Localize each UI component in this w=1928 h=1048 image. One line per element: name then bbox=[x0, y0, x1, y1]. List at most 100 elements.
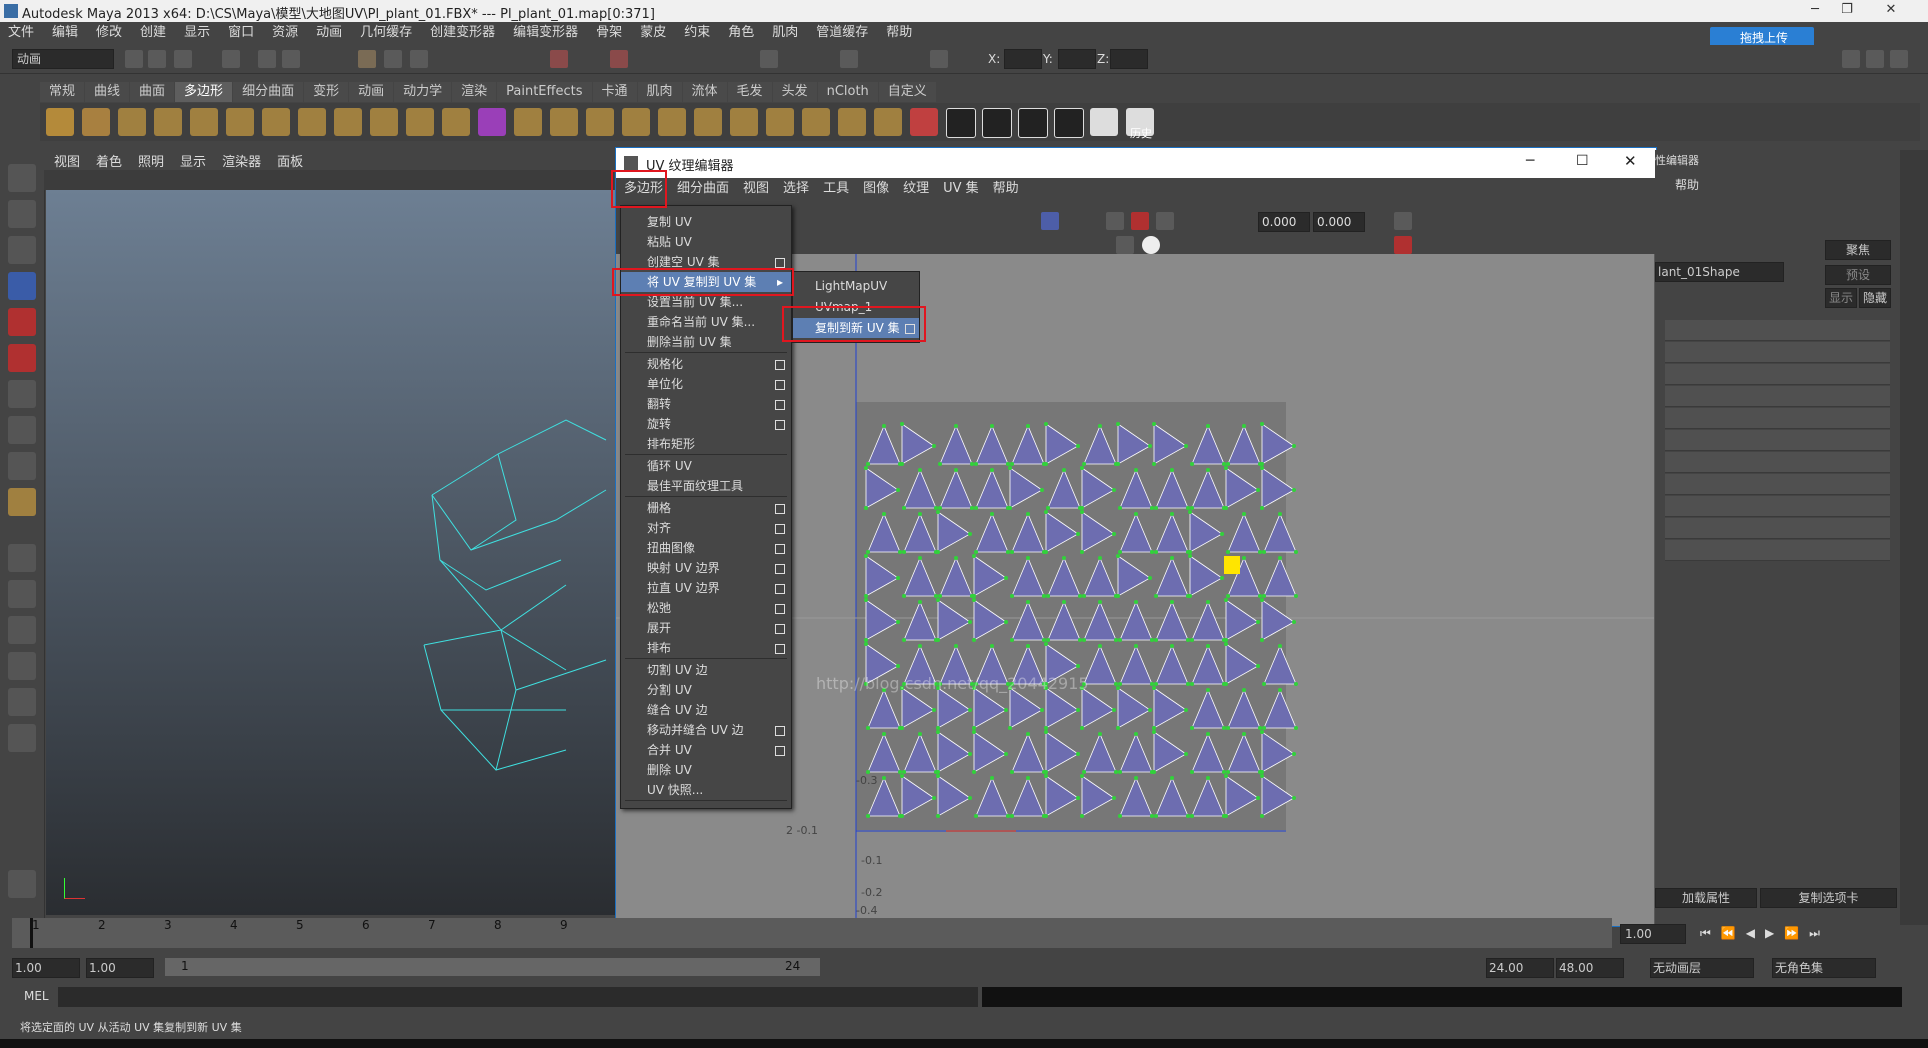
uv-vertex[interactable] bbox=[1170, 600, 1174, 604]
uv-vertex[interactable] bbox=[1010, 814, 1014, 818]
uv-vertex[interactable] bbox=[1026, 556, 1030, 560]
poly-torus-icon[interactable] bbox=[226, 108, 254, 136]
shelf-tab[interactable]: 曲线 bbox=[85, 82, 130, 102]
uv-shell[interactable] bbox=[1263, 644, 1297, 685]
uv-vertex[interactable] bbox=[1116, 686, 1120, 690]
uv-vertex[interactable] bbox=[1080, 814, 1084, 818]
uv-shell[interactable] bbox=[1263, 556, 1297, 597]
uv-vertex[interactable] bbox=[1170, 512, 1174, 516]
uv-vertex[interactable] bbox=[1242, 688, 1246, 692]
uv-shell[interactable] bbox=[1191, 424, 1225, 465]
poly-bevel-icon[interactable] bbox=[694, 108, 722, 136]
uv-vertex[interactable] bbox=[1224, 774, 1228, 778]
uv-vertex[interactable] bbox=[1262, 682, 1266, 686]
uv-vertex[interactable] bbox=[866, 550, 870, 554]
display-image-icon[interactable] bbox=[1041, 212, 1059, 230]
uv-vertex[interactable] bbox=[1154, 550, 1158, 554]
uv-shell[interactable] bbox=[1119, 468, 1153, 509]
uv-vertex[interactable] bbox=[990, 776, 994, 780]
uv-vertex[interactable] bbox=[1152, 686, 1156, 690]
uv-vertex[interactable] bbox=[1118, 638, 1122, 642]
tool-settings-icon[interactable] bbox=[1890, 50, 1908, 68]
uv-shell[interactable] bbox=[1191, 776, 1225, 817]
uv-shell[interactable] bbox=[901, 775, 935, 817]
uv-shell[interactable] bbox=[975, 512, 1009, 553]
poly-collapse-icon[interactable] bbox=[730, 108, 758, 136]
rgb-channels-icon[interactable] bbox=[1116, 236, 1134, 254]
option-box-icon[interactable] bbox=[775, 504, 785, 514]
attr-row[interactable] bbox=[1665, 364, 1890, 385]
uv-vertex[interactable] bbox=[1112, 796, 1116, 800]
main-menu-item[interactable]: 资源 bbox=[272, 22, 298, 44]
select-component-icon[interactable] bbox=[282, 50, 300, 68]
uv-vertex[interactable] bbox=[1152, 422, 1156, 426]
poly-boolean-icon[interactable] bbox=[478, 108, 506, 136]
uv-vertex[interactable] bbox=[1040, 708, 1044, 712]
poly-menu-item[interactable]: 重命名当前 UV 集... bbox=[621, 312, 791, 332]
uv-vertex[interactable] bbox=[1080, 550, 1084, 554]
uv-vertex[interactable] bbox=[1044, 642, 1048, 646]
uv-vertex[interactable] bbox=[1042, 594, 1046, 598]
uv-vertex[interactable] bbox=[1242, 424, 1246, 428]
uv-vertex[interactable] bbox=[900, 726, 904, 730]
uv-vertex[interactable] bbox=[968, 752, 972, 756]
uv-shell[interactable] bbox=[973, 555, 1007, 597]
spherical-map-icon[interactable] bbox=[1018, 108, 1048, 138]
uv-vertex[interactable] bbox=[968, 620, 972, 624]
end-time-field[interactable]: 24.00 bbox=[1486, 958, 1554, 978]
preset-button[interactable]: 预设 bbox=[1825, 265, 1891, 285]
uv-vertex[interactable] bbox=[1206, 644, 1210, 648]
uv-vertex[interactable] bbox=[1152, 462, 1156, 466]
poly-menu-item[interactable]: 切割 UV 边 bbox=[621, 660, 791, 680]
poly-menu-item[interactable]: 映射 UV 边界 bbox=[621, 558, 791, 578]
uv-menu-item[interactable]: 选择 bbox=[783, 178, 809, 200]
uv-vertex[interactable] bbox=[1062, 600, 1066, 604]
uv-vertex[interactable] bbox=[936, 774, 940, 778]
load-attributes-button[interactable]: 加载属性 bbox=[1655, 888, 1757, 908]
shelf-tab[interactable]: 动力学 bbox=[394, 82, 452, 102]
uv-shell[interactable] bbox=[1225, 775, 1259, 817]
uv-shell[interactable] bbox=[1191, 644, 1225, 685]
uv-vertex[interactable] bbox=[936, 730, 940, 734]
option-box-icon[interactable] bbox=[775, 644, 785, 654]
shelf-tab[interactable]: 自定义 bbox=[878, 82, 936, 102]
hide-button[interactable]: 隐藏 bbox=[1859, 288, 1891, 308]
main-menu-item[interactable]: 编辑变形器 bbox=[513, 22, 578, 44]
poly-combine-icon[interactable] bbox=[334, 108, 362, 136]
uv-shell[interactable] bbox=[937, 599, 971, 641]
poly-merge-icon[interactable] bbox=[766, 108, 794, 136]
uv-shell[interactable] bbox=[1009, 687, 1043, 729]
main-menu-item[interactable]: 创建变形器 bbox=[430, 22, 495, 44]
uv-vertex[interactable] bbox=[1190, 682, 1194, 686]
copy-uv-icon[interactable] bbox=[1394, 212, 1412, 230]
uv-menu-item[interactable]: 帮助 bbox=[993, 178, 1019, 200]
option-box-icon[interactable] bbox=[775, 746, 785, 756]
uv-shell[interactable] bbox=[865, 467, 899, 509]
uv-vertex[interactable] bbox=[1118, 814, 1122, 818]
uv-vertex[interactable] bbox=[1278, 644, 1282, 648]
uv-shell[interactable] bbox=[1045, 511, 1079, 553]
uv-shell[interactable] bbox=[1227, 688, 1261, 729]
uv-shell[interactable] bbox=[1045, 775, 1079, 817]
uv-vertex[interactable] bbox=[882, 512, 886, 516]
uv-vertex[interactable] bbox=[1190, 770, 1194, 774]
uv-vertex[interactable] bbox=[1190, 726, 1194, 730]
uv-shell[interactable] bbox=[1117, 423, 1151, 465]
uv-menu-item[interactable]: 工具 bbox=[823, 178, 849, 200]
uv-vertex[interactable] bbox=[898, 770, 902, 774]
poly-cylinder-icon[interactable] bbox=[118, 108, 146, 136]
uv-vertex[interactable] bbox=[1260, 466, 1264, 470]
uv-vertex[interactable] bbox=[1184, 444, 1188, 448]
uv-vertex[interactable] bbox=[1190, 638, 1194, 642]
uv-vertex[interactable] bbox=[1184, 708, 1188, 712]
uv-vertex[interactable] bbox=[1008, 726, 1012, 730]
poly-menu-item[interactable]: 移动并缝合 UV 边 bbox=[621, 720, 791, 740]
poly-menu-item[interactable]: 栅格 bbox=[621, 498, 791, 518]
main-menu-item[interactable]: 显示 bbox=[184, 22, 210, 44]
select-object-icon[interactable] bbox=[258, 50, 276, 68]
main-menu-item[interactable]: 几何缓存 bbox=[360, 22, 412, 44]
uv-shell[interactable] bbox=[1263, 688, 1297, 729]
uv-vertex[interactable] bbox=[918, 468, 922, 472]
poly-menu-item[interactable]: 拉直 UV 边界 bbox=[621, 578, 791, 598]
uv-vertex[interactable] bbox=[1082, 594, 1086, 598]
